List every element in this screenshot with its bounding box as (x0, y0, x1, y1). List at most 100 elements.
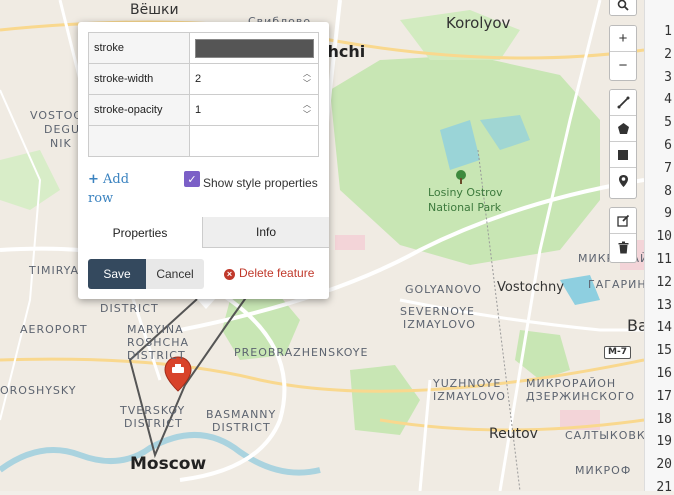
editor-gutter: 1 2 3 4 5 6 7 8 9 10 11 12 13 14 15 16 17 18 19 20 21 (644, 0, 674, 495)
park-tree-icon (456, 170, 466, 184)
line-number: 15 (656, 343, 672, 359)
map-label-dzerzhinskogo: ДЗЕРЖИНСКОГО (526, 390, 636, 403)
line-number: 1 (664, 24, 672, 39)
property-value-stroke-opacity[interactable]: 1 ︿ ﹀ (189, 94, 319, 126)
property-key-empty[interactable] (88, 125, 190, 157)
property-key-stroke-width[interactable]: stroke-width (88, 63, 190, 95)
search-icon[interactable] (610, 0, 636, 15)
map-label-ba: Ba (627, 316, 644, 335)
tab-properties[interactable]: Properties (78, 217, 202, 248)
line-number: 2 (664, 46, 672, 62)
map-label-vostochny: Vostochny (497, 280, 564, 295)
map-label-maryina-district: DISTRICT (127, 349, 186, 362)
map-label-roshcha: ROSHCHA (127, 336, 190, 349)
line-number: 13 (656, 297, 672, 313)
map-label-vyoshki: Вёшки (130, 2, 179, 18)
map-label-basmanny-district: DISTRICT (212, 421, 271, 434)
map-label-aeroport: AEROPORT (20, 323, 88, 336)
table-row: stroke (88, 32, 319, 64)
line-number: 5 (664, 115, 672, 131)
line-number: 19 (656, 434, 672, 450)
map-label-preobrazhenskoye: PREOBRAZHENSKOYE (234, 346, 369, 359)
plus-icon: + (88, 172, 99, 187)
map-label-saltykovka: САЛТЫКОВКА (565, 429, 644, 442)
property-key-stroke-opacity[interactable]: stroke-opacity (88, 94, 190, 126)
table-row: stroke-width 2 ︿ ﹀ (88, 63, 319, 95)
line-number: 12 (656, 274, 672, 290)
trash-icon[interactable] (610, 234, 636, 260)
map-label-mikroraion-2: МИКРОРАЙОН (526, 377, 617, 390)
popup-tip (196, 298, 216, 309)
delete-feature-button[interactable]: × Delete feature (224, 266, 314, 280)
tab-info[interactable]: Info (202, 217, 329, 248)
draw-control (609, 89, 637, 199)
line-number: 17 (656, 388, 672, 404)
map-label-reutov: Reutov (489, 426, 538, 442)
map-label-vostoc: VOSTOC (30, 109, 83, 122)
map-label-gagarin: ГАГАРИН (588, 278, 644, 291)
property-value-stroke-width[interactable]: 2 ︿ ﹀ (189, 63, 319, 95)
map-label-maryina: MARYINA (127, 323, 184, 336)
zoom-in-button[interactable]: + (610, 26, 636, 52)
line-number: 3 (664, 69, 672, 85)
map-label-tverskoy: TVERSKOY (120, 404, 186, 417)
line-number: 16 (656, 366, 672, 381)
property-value-empty[interactable] (189, 125, 319, 157)
rectangle-icon[interactable] (610, 142, 636, 168)
map-label-losiny-ostrov: Losiny Ostrov (428, 186, 503, 199)
marker-icon[interactable] (610, 168, 636, 194)
save-button[interactable]: Save (88, 259, 146, 289)
map-label-mikrof: МИКРОФ (575, 464, 632, 477)
line-number: 14 (656, 320, 672, 336)
line-number: 4 (664, 92, 672, 108)
number-stepper-icon[interactable]: ︿ ﹀ (303, 100, 311, 120)
line-number: 21 (656, 480, 672, 495)
stroke-width-value: 2 (195, 73, 202, 85)
map-label-timirya: TIMIRYA (29, 264, 80, 277)
edit-control (609, 207, 637, 263)
edit-icon[interactable] (610, 208, 636, 234)
map-label-yuzhnoye: YUZHNOYE (433, 377, 502, 390)
map-label-nik: NIK (50, 137, 72, 150)
table-row (88, 125, 319, 157)
cancel-button[interactable]: Cancel (146, 259, 204, 289)
search-control[interactable] (609, 0, 637, 16)
delete-feature-label: Delete feature (239, 266, 315, 280)
map-label-oroshysky: OROSHYSKY (0, 384, 77, 397)
zoom-control: + − (609, 25, 637, 81)
map-label-golyanovo: GOLYANOVO (405, 283, 482, 296)
number-stepper-icon[interactable]: ︿ ﹀ (303, 69, 311, 89)
line-number: 10 (656, 229, 672, 245)
line-number: 18 (656, 411, 672, 427)
line-number: 7 (664, 160, 672, 176)
add-row-button[interactable]: + Add row (88, 170, 158, 208)
close-icon: × (224, 269, 235, 280)
popup-tabs: Properties Info (78, 217, 329, 248)
map-label-severnoye-izmaylovo: IZMAYLOVO (403, 318, 476, 331)
map-label-yuzhnoye-izmaylovo: IZMAYLOVO (433, 390, 506, 403)
property-value-stroke[interactable] (189, 32, 319, 64)
zoom-out-button[interactable]: − (610, 52, 636, 78)
polygon-icon[interactable] (610, 116, 636, 142)
map-label-national-park: National Park (428, 201, 502, 214)
map-label-moscow: Moscow (130, 454, 207, 474)
map-label-basmanny: BASMANNY (206, 408, 277, 421)
table-row: stroke-opacity 1 ︿ ﹀ (88, 94, 319, 126)
show-style-checkbox[interactable]: ✓ (184, 171, 200, 187)
map-label-district: DISTRICT (100, 302, 159, 315)
line-number: 6 (664, 138, 672, 153)
line-number: 9 (664, 206, 672, 222)
property-key-stroke[interactable]: stroke (88, 32, 190, 64)
color-swatch[interactable] (195, 39, 314, 58)
map-label-korolyov: Korolyov (446, 14, 511, 32)
line-icon[interactable] (610, 90, 636, 116)
map-label-degu: DEGU (44, 123, 80, 136)
show-style-label[interactable]: Show style properties (203, 176, 318, 190)
stroke-opacity-value: 1 (195, 104, 202, 116)
map-label-severnoye: SEVERNOYE (400, 305, 476, 318)
line-number: 20 (656, 457, 672, 473)
feature-popup: stroke stroke-width 2 ︿ ﹀ stroke-opacity 1… (78, 22, 329, 299)
line-number: 8 (664, 183, 672, 199)
line-number: 11 (656, 252, 672, 267)
map-label-m7: M-7 (604, 346, 631, 359)
